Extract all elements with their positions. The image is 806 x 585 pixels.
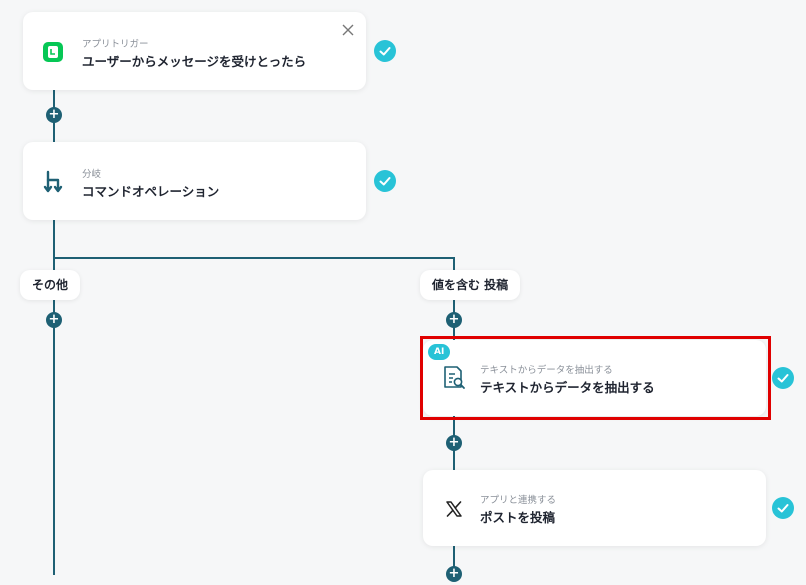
ai-badge: AI [428, 344, 451, 360]
node-subtitle: アプリと連携する [480, 495, 557, 506]
check-icon [374, 170, 396, 192]
check-icon [772, 497, 794, 519]
x-logo-icon [445, 500, 463, 518]
add-step-button[interactable]: + [46, 312, 62, 328]
add-step-button[interactable]: + [446, 312, 462, 328]
selection-highlight [420, 336, 771, 420]
branch-label-other[interactable]: その他 [20, 270, 81, 300]
add-step-button[interactable]: + [446, 566, 462, 582]
trigger-node-card[interactable]: アプリトリガー ユーザーからメッセージを受けとったら [23, 12, 366, 90]
check-icon [772, 367, 794, 389]
add-step-button[interactable]: + [46, 107, 62, 123]
connector-line-horizontal [53, 257, 455, 259]
add-step-button[interactable]: + [446, 435, 462, 451]
node-subtitle: 分岐 [82, 169, 102, 180]
check-icon [374, 40, 396, 62]
branch-node-card[interactable]: 分岐 コマンドオペレーション [23, 142, 366, 220]
x-post-node-card[interactable]: アプリと連携する ポストを投稿 [423, 470, 766, 546]
branch-label-contains[interactable]: 値を含む 投稿 [420, 270, 521, 300]
close-icon[interactable] [342, 21, 354, 36]
node-title: ユーザーからメッセージを受けとったら [82, 54, 307, 69]
node-subtitle: アプリトリガー [82, 39, 149, 50]
line-app-icon [43, 42, 63, 62]
node-title: コマンドオペレーション [82, 184, 220, 199]
branch-icon [43, 170, 65, 194]
node-title: ポストを投稿 [480, 510, 556, 525]
